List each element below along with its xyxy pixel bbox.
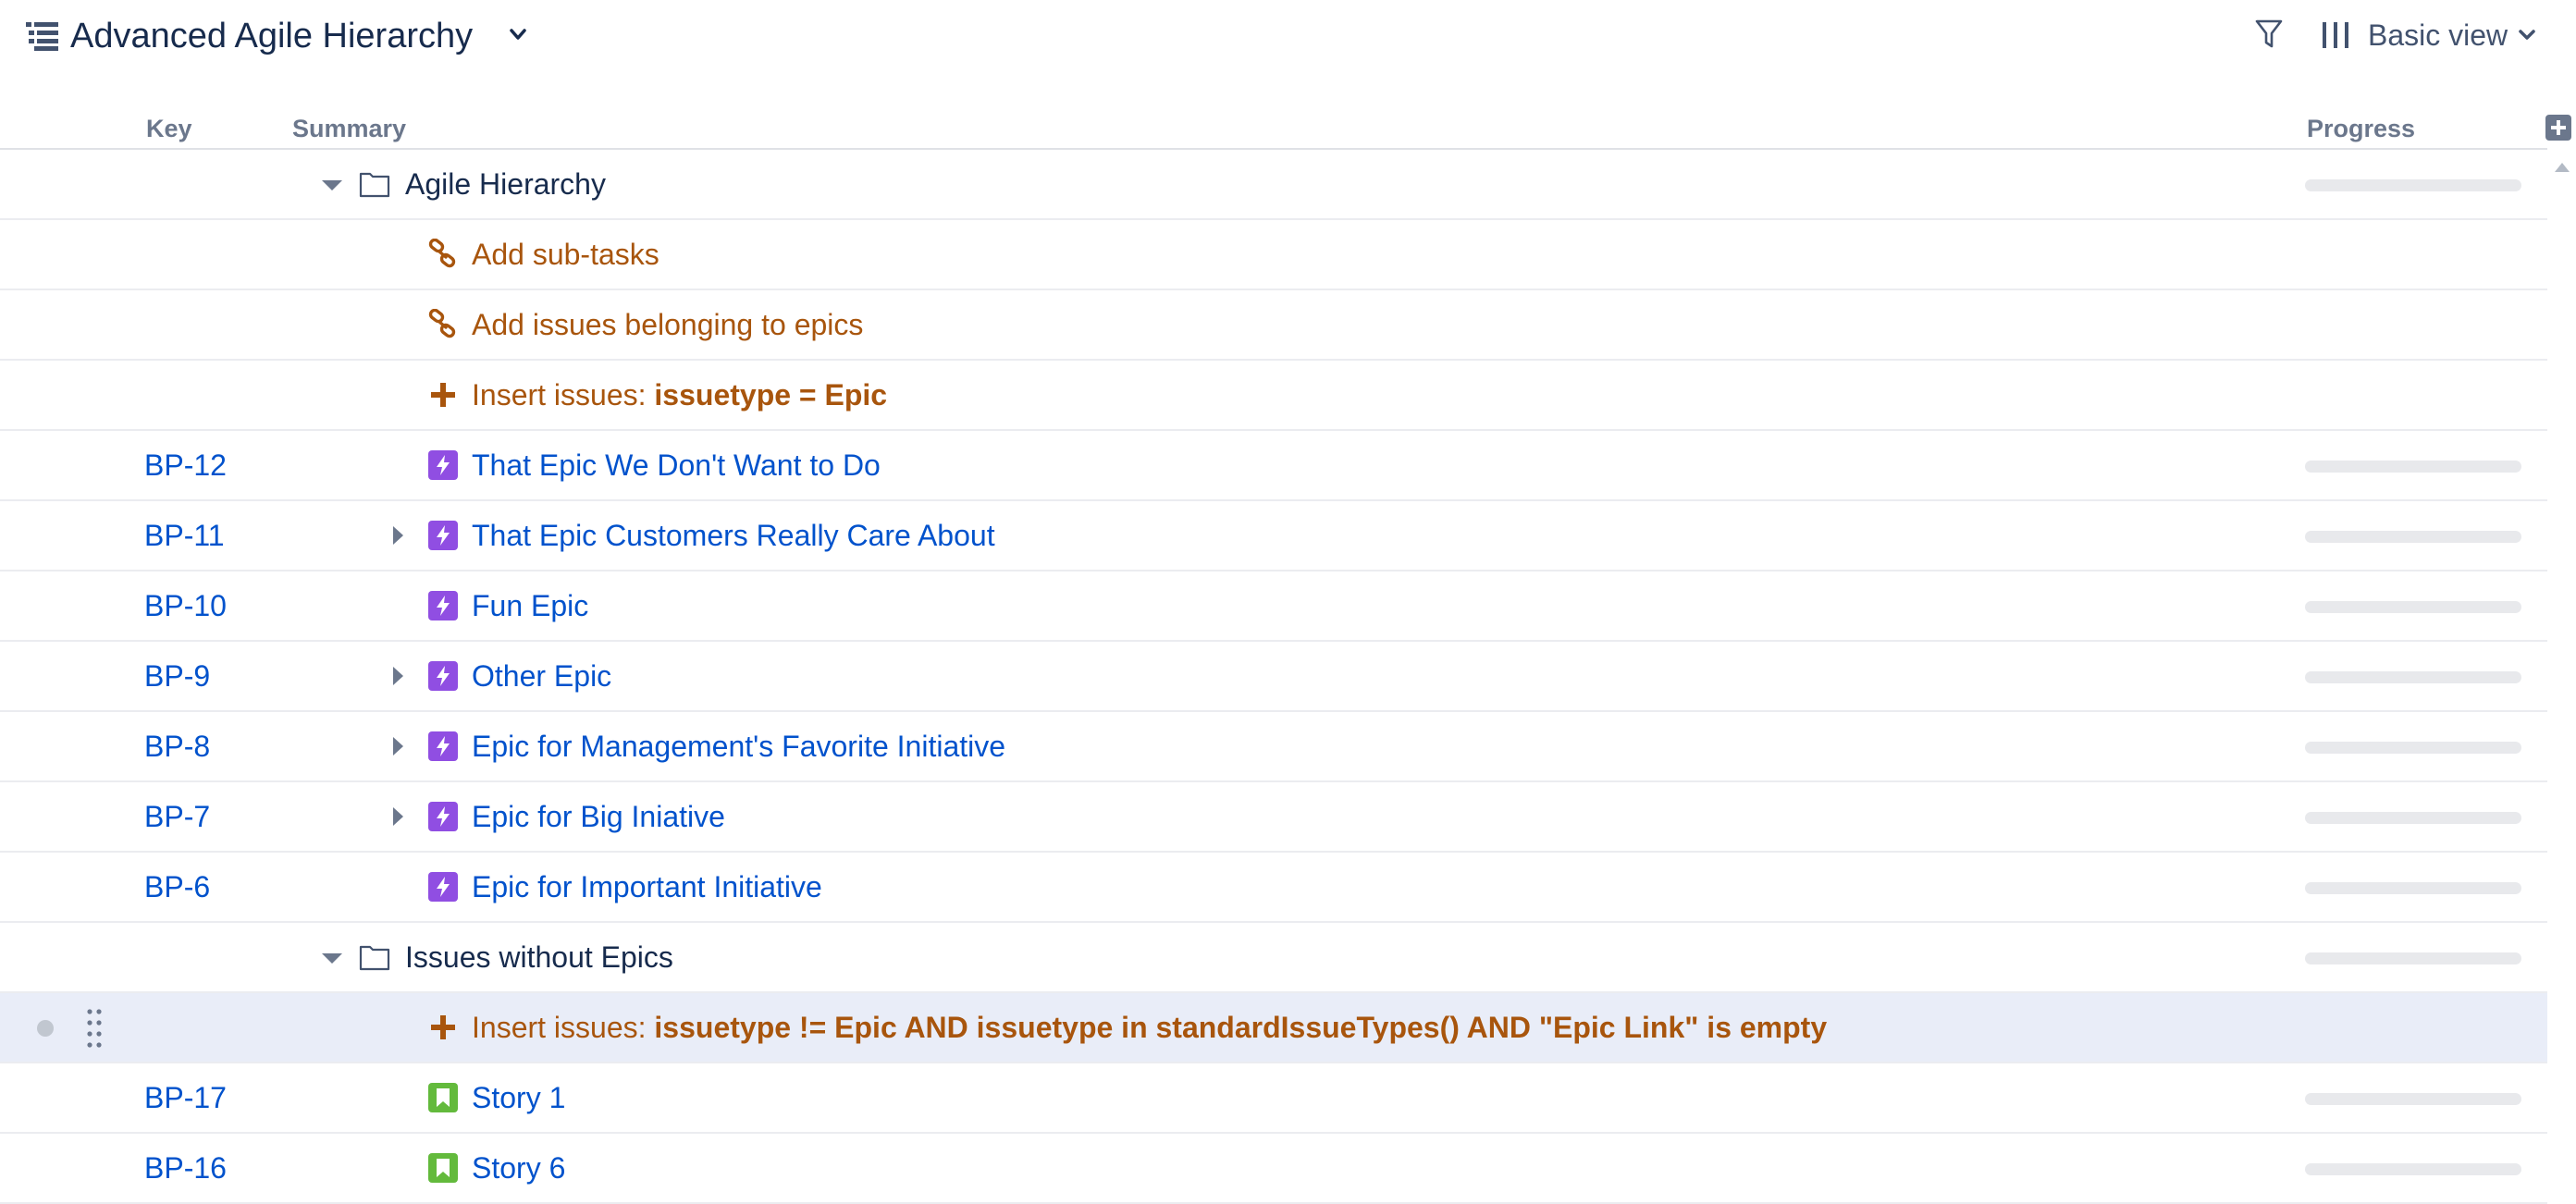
row-summary[interactable]: Story 1 [472, 1063, 565, 1132]
columns-icon [2323, 22, 2348, 48]
scrollbar[interactable] [2547, 150, 2576, 1187]
structure-icon [26, 22, 58, 51]
table-row[interactable]: BP-11 That Epic Customers Really Care Abo… [0, 501, 2547, 571]
story-icon [428, 1083, 458, 1112]
column-header-summary[interactable]: Summary [292, 115, 406, 143]
collapse-arrow-icon[interactable] [318, 923, 348, 991]
table-row[interactable]: BP-10 Fun Epic [0, 571, 2547, 642]
row-summary[interactable]: Add issues belonging to epics [472, 290, 863, 359]
insert-prefix: Insert issues: [472, 1011, 655, 1044]
structure-header: Advanced Agile Hierarchy Basic view [0, 0, 2576, 74]
row-summary[interactable]: Fun Epic [472, 571, 588, 640]
insert-query: issuetype = Epic [654, 378, 888, 412]
insert-query: issuetype != Epic AND issuetype in stand… [654, 1011, 1828, 1044]
row-summary[interactable]: Epic for Important Initiative [472, 853, 822, 921]
row-summary[interactable]: Epic for Big Iniative [472, 782, 725, 851]
plus-icon [431, 1015, 455, 1039]
epic-icon [428, 802, 458, 831]
progress-bar [2305, 1093, 2521, 1105]
row-status-dot [37, 1020, 54, 1037]
plus-icon [431, 383, 455, 407]
epic-icon [428, 521, 458, 550]
issue-key[interactable]: BP-11 [144, 501, 225, 570]
row-summary[interactable]: Insert issues: issuetype = Epic [472, 361, 887, 429]
row-summary[interactable]: That Epic We Don't Want to Do [472, 431, 881, 499]
progress-bar [2305, 531, 2521, 543]
issue-key[interactable]: BP-7 [144, 782, 210, 851]
add-column-button[interactable] [2545, 115, 2571, 141]
epic-icon [428, 872, 458, 902]
progress-bar [2305, 179, 2521, 191]
view-switcher[interactable]: Basic view [2320, 13, 2535, 57]
row-summary[interactable]: That Epic Customers Really Care About [472, 501, 995, 570]
issue-key[interactable]: BP-6 [144, 853, 210, 921]
epic-icon [428, 591, 458, 620]
link-icon [428, 309, 456, 338]
chevron-down-icon [2519, 30, 2535, 40]
row-summary[interactable]: Epic for Management's Favorite Initiativ… [472, 712, 1005, 780]
expand-arrow-icon[interactable] [383, 712, 413, 780]
table-row[interactable]: BP-16 Story 6 [0, 1134, 2547, 1204]
issue-key[interactable]: BP-12 [144, 431, 227, 499]
row-summary[interactable]: Story 6 [472, 1134, 565, 1202]
progress-bar [2305, 1163, 2521, 1175]
drag-handle-icon[interactable] [86, 1008, 103, 1049]
epic-icon [428, 450, 458, 480]
table-row[interactable]: BP-12 That Epic We Don't Want to Do [0, 431, 2547, 501]
issue-key[interactable]: BP-16 [144, 1134, 227, 1202]
issue-key[interactable]: BP-9 [144, 642, 210, 710]
progress-bar [2305, 671, 2521, 683]
table-row[interactable]: Issues without Epics [0, 923, 2547, 993]
row-summary[interactable]: Insert issues: issuetype != Epic AND iss… [472, 993, 1827, 1062]
table-row[interactable]: Add issues belonging to epics [0, 290, 2547, 361]
progress-bar [2305, 742, 2521, 754]
row-summary[interactable]: Add sub-tasks [472, 220, 659, 289]
progress-bar [2305, 812, 2521, 824]
progress-bar [2305, 952, 2521, 964]
page-title[interactable]: Advanced Agile Hierarchy [70, 11, 473, 61]
folder-icon [359, 945, 390, 971]
folder-icon [359, 172, 390, 198]
row-summary[interactable]: Other Epic [472, 642, 611, 710]
issue-key[interactable]: BP-8 [144, 712, 210, 780]
table-row[interactable]: BP-17 Story 1 [0, 1063, 2547, 1134]
story-icon [428, 1153, 458, 1183]
insert-prefix: Insert issues: [472, 378, 655, 412]
expand-arrow-icon[interactable] [383, 501, 413, 570]
table-row[interactable]: Add sub-tasks [0, 220, 2547, 290]
column-header-progress[interactable]: Progress [2307, 115, 2415, 143]
view-label: Basic view [2368, 18, 2508, 52]
table-row[interactable]: BP-6 Epic for Important Initiative [0, 853, 2547, 923]
row-summary[interactable]: Issues without Epics [405, 923, 673, 991]
table-row[interactable]: BP-8 Epic for Management's Favorite Initi… [0, 712, 2547, 782]
table-row[interactable]: BP-7 Epic for Big Iniative [0, 782, 2547, 853]
expand-arrow-icon[interactable] [383, 642, 413, 710]
collapse-arrow-icon[interactable] [318, 150, 348, 218]
chevron-down-icon[interactable] [509, 28, 527, 43]
table-row[interactable]: Agile Hierarchy [0, 150, 2547, 220]
row-summary[interactable]: Agile Hierarchy [405, 150, 606, 218]
table-row[interactable]: Insert issues: issuetype != Epic AND iss… [0, 993, 2547, 1063]
progress-bar [2305, 882, 2521, 894]
filter-icon[interactable] [2255, 18, 2283, 50]
progress-bar [2305, 601, 2521, 613]
structure-grid: Agile Hierarchy Add sub-tasks Add issues b… [0, 150, 2547, 1204]
progress-bar [2305, 461, 2521, 473]
epic-icon [428, 661, 458, 691]
epic-icon [428, 731, 458, 761]
table-row[interactable]: BP-9 Other Epic [0, 642, 2547, 712]
link-icon [428, 239, 456, 268]
scroll-up-arrow-icon[interactable] [2555, 163, 2570, 172]
issue-key[interactable]: BP-10 [144, 571, 227, 640]
issue-key[interactable]: BP-17 [144, 1063, 227, 1132]
column-header-key[interactable]: Key [146, 115, 192, 143]
expand-arrow-icon[interactable] [383, 782, 413, 851]
table-row[interactable]: Insert issues: issuetype = Epic [0, 361, 2547, 431]
